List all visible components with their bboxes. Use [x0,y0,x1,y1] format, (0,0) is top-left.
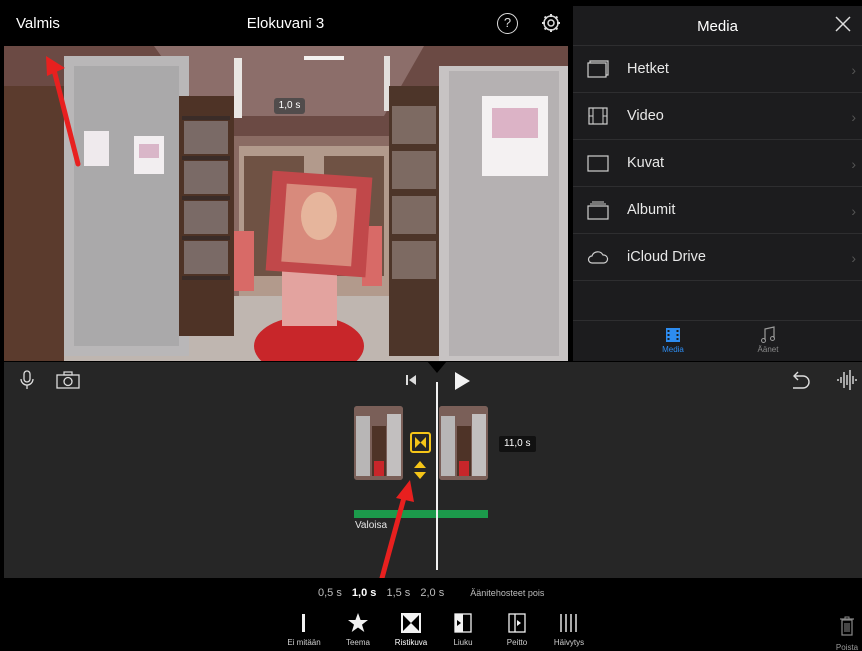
playhead[interactable] [436,382,438,570]
waveform-icon[interactable] [836,369,858,391]
fade-icon [560,614,577,632]
media-item-albums[interactable]: Albumit › [573,187,862,234]
camera-icon[interactable] [56,371,80,389]
media-tab-bar: Media Äänet [573,320,862,361]
film-icon [588,107,608,125]
clip-thumbnail [354,406,403,480]
chevron-right-icon: › [851,109,856,125]
skip-to-start-icon[interactable] [405,373,417,387]
media-item-label: Hetket [627,61,669,77]
timeline-clip[interactable] [354,406,403,480]
media-panel-header: Media [573,6,862,46]
tab-label: Media [662,345,684,354]
cross-dissolve-icon [401,613,421,633]
tab-audio[interactable]: Äänet [738,326,798,354]
tab-label: Äänet [757,345,779,354]
media-item-video[interactable]: Video › [573,93,862,140]
preview-frame [4,46,568,361]
playhead-marker [427,361,447,373]
editor-topbar: Valmis Elokuvani 3 ? [0,0,571,46]
timeline[interactable] [4,362,862,578]
transition-fade[interactable]: Häivytys [541,612,597,647]
duration-option[interactable]: 1,5 s [386,587,410,599]
transition-slide[interactable]: Liuku [435,612,491,647]
chevron-right-icon: › [851,156,856,172]
none-icon [302,614,305,632]
media-icon [666,328,680,342]
tool-label: Ei mitään [287,638,321,647]
tool-label: Peitto [506,638,528,647]
media-item-label: Video [627,108,664,124]
microphone-icon[interactable] [19,370,35,390]
timeline-clip[interactable] [439,406,488,480]
media-item-label: iCloud Drive [627,249,706,265]
tool-label: Liuku [453,638,473,647]
chevron-right-icon: › [851,62,856,78]
tool-label: Ristikuva [394,638,428,647]
media-item-photos[interactable]: Kuvat › [573,140,862,187]
sound-effects-toggle[interactable]: Äänitehosteet pois [470,588,544,598]
tool-label: Teema [345,638,370,647]
tab-media[interactable]: Media [643,326,703,354]
cross-dissolve-icon [415,437,426,448]
duration-option-selected[interactable]: 1,0 s [352,587,376,599]
background-music-track[interactable] [354,510,488,518]
transition-cross-dissolve[interactable]: Ristikuva [383,612,439,647]
close-icon[interactable] [832,13,854,35]
delete-button[interactable]: Poista [832,616,862,651]
chevron-right-icon: › [851,203,856,219]
media-item-icloud[interactable]: iCloud Drive › [573,234,862,281]
slide-icon [454,613,472,633]
star-icon [348,613,368,632]
music-note-icon [761,326,775,343]
transition-none[interactable]: Ei mitään [276,612,332,647]
trash-icon [840,616,854,636]
gear-icon[interactable] [541,13,561,33]
chevron-right-icon: › [851,250,856,266]
audio-track-label: Valoisa [355,520,388,531]
moments-icon [587,60,609,78]
media-item-label: Kuvat [627,155,665,171]
transition-time-badge: 1,0 s [274,98,305,114]
clip-thumbnail [439,406,488,480]
duration-option[interactable]: 2,0 s [420,587,444,599]
duration-options: 0,5 s 1,0 s 1,5 s 2,0 s Äänitehosteet po… [318,587,551,599]
tool-label: Häivytys [553,638,585,647]
play-icon[interactable] [453,371,471,391]
media-panel-title: Media [697,18,738,35]
project-title: Elokuvani 3 [246,15,325,32]
clip-duration-badge: 11,0 s [499,436,536,452]
transition-wipe[interactable]: Peitto [489,612,545,647]
transition-theme[interactable]: Teema [330,612,386,647]
help-icon: ? [503,15,512,30]
media-item-moments[interactable]: Hetket › [573,46,862,93]
photo-icon [587,155,609,172]
transition-button[interactable] [410,432,431,453]
cloud-icon [587,251,609,264]
delete-label: Poista [835,643,859,651]
albums-icon [587,201,609,220]
media-item-label: Albumit [627,202,676,218]
video-preview[interactable]: 1,0 s [4,46,568,361]
wipe-icon [508,613,526,633]
expand-transition-icon[interactable] [413,460,427,480]
media-panel: Media Hetket › Video › Kuvat › Albumit ›… [573,6,862,361]
help-button[interactable]: ? [497,13,518,34]
duration-option[interactable]: 0,5 s [318,587,342,599]
undo-icon[interactable] [789,371,811,389]
